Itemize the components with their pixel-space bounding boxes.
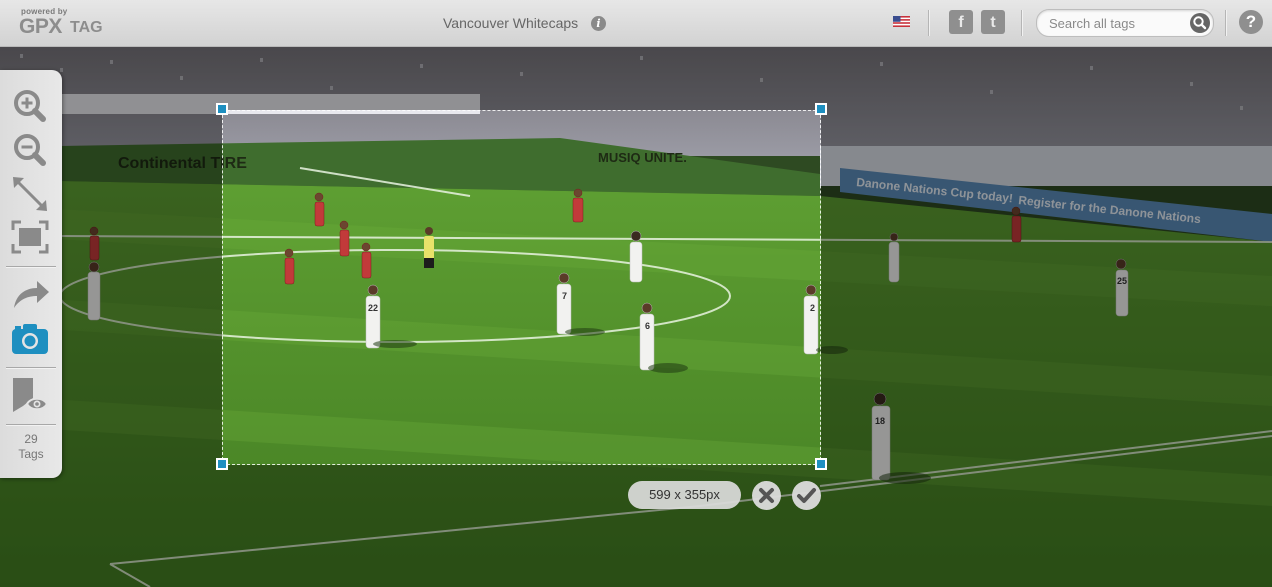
us-flag-icon[interactable] — [893, 16, 910, 27]
header-divider — [928, 10, 930, 36]
help-icon[interactable]: ? — [1239, 10, 1263, 34]
toolbar-divider — [6, 266, 56, 268]
expand-icon[interactable] — [9, 175, 53, 213]
crop-size-label: 599 x 355px — [628, 481, 741, 509]
crop-handle-top-left[interactable] — [216, 103, 228, 115]
crop-handle-top-right[interactable] — [815, 103, 827, 115]
toolbar-divider — [6, 424, 56, 426]
left-toolbar: 29 Tags — [0, 70, 62, 478]
search-box — [1036, 9, 1214, 37]
header-divider — [1021, 10, 1023, 36]
top-bar: powered by GPX TAG Vancouver Whitecaps i… — [0, 0, 1272, 47]
crop-selection[interactable] — [222, 110, 821, 465]
info-icon[interactable]: i — [591, 16, 606, 31]
zoom-in-icon[interactable] — [9, 87, 53, 125]
confirm-crop-button[interactable] — [792, 481, 821, 510]
facebook-button[interactable]: f — [949, 10, 973, 34]
tags-counter[interactable]: 29 Tags — [0, 432, 62, 462]
jersey-number: 18 — [875, 416, 885, 426]
tags-count-value: 29 — [24, 432, 38, 446]
gpxtag-logo[interactable]: powered by GPX TAG — [19, 6, 129, 40]
page-title: Vancouver Whitecaps — [443, 15, 579, 31]
zoom-out-icon[interactable] — [9, 131, 53, 169]
logo-tag-text: TAG — [70, 19, 103, 36]
check-icon — [797, 488, 816, 503]
logo-gpx-text: GPX — [19, 15, 62, 38]
tag-visibility-icon[interactable] — [9, 376, 53, 414]
search-icon[interactable] — [1190, 13, 1210, 33]
crop-handle-bottom-right[interactable] — [815, 458, 827, 470]
jersey-number: 25 — [1117, 276, 1127, 286]
tags-count-label: Tags — [18, 447, 44, 461]
cancel-crop-button[interactable] — [752, 481, 781, 510]
header-divider — [1225, 10, 1227, 36]
toolbar-divider — [6, 367, 56, 369]
crop-handle-bottom-left[interactable] — [216, 458, 228, 470]
search-input[interactable] — [1049, 14, 1187, 32]
camera-icon[interactable] — [9, 320, 53, 358]
share-icon[interactable] — [9, 276, 53, 314]
fit-screen-icon[interactable] — [9, 218, 53, 256]
close-icon — [759, 488, 774, 503]
twitter-button[interactable]: t — [981, 10, 1005, 34]
